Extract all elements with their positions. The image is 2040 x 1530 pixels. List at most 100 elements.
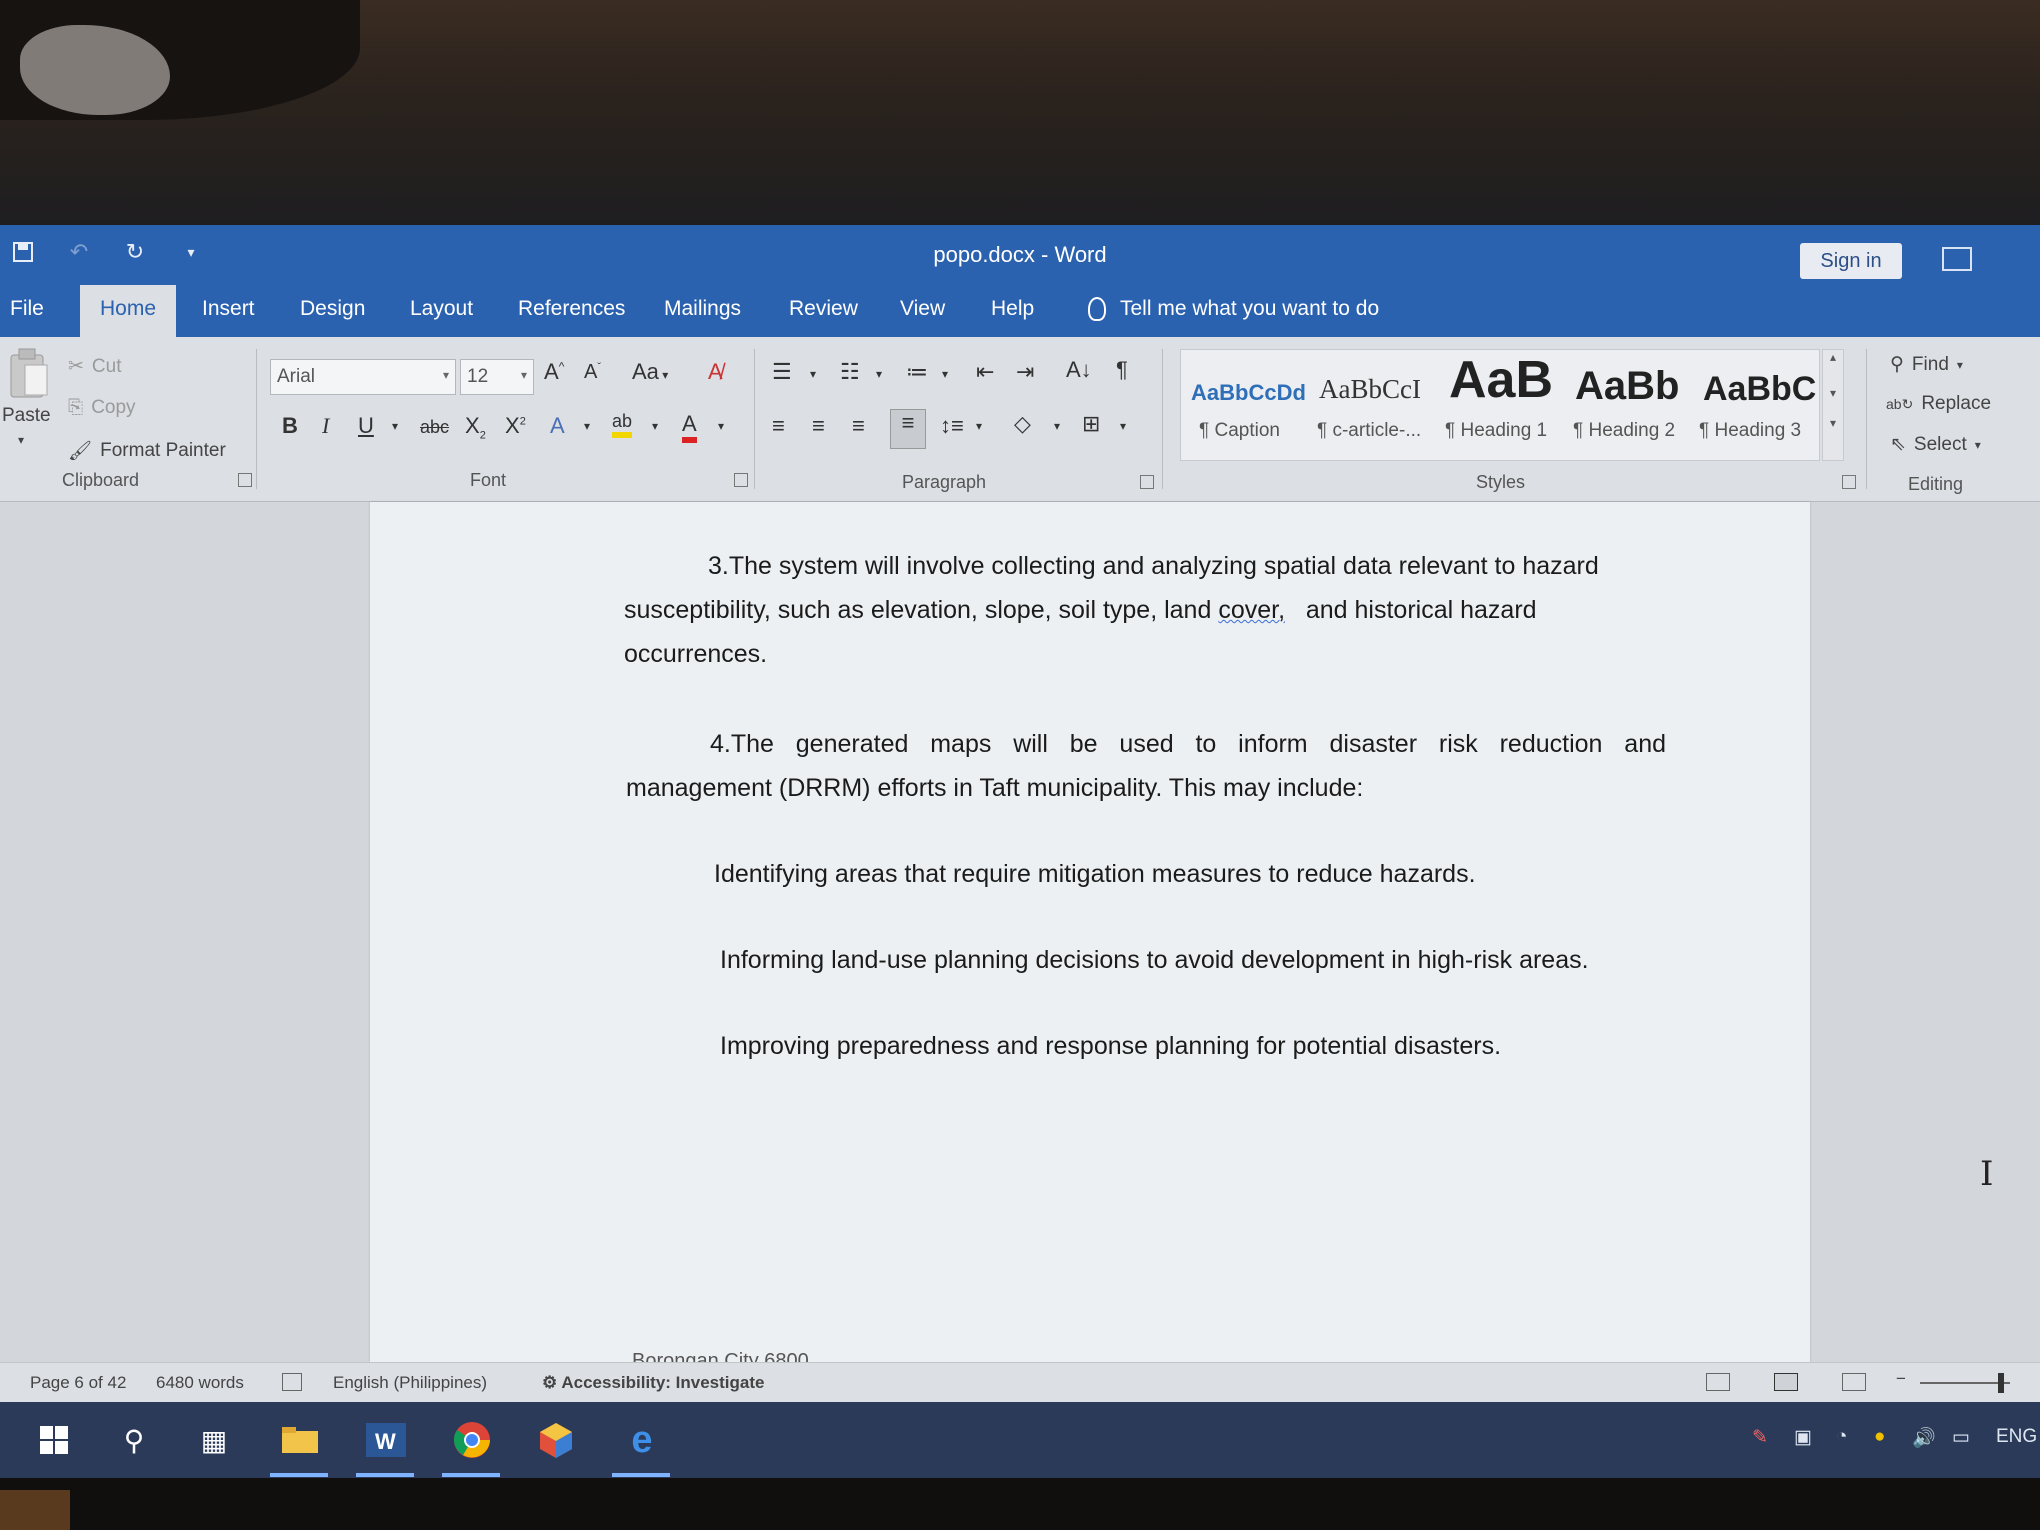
file-explorer-icon[interactable] xyxy=(278,1420,322,1460)
word-app-icon[interactable]: W xyxy=(364,1420,408,1460)
change-case-button[interactable]: Aa ▾ xyxy=(632,359,668,385)
tab-help[interactable]: Help xyxy=(991,297,1034,321)
accessibility-status[interactable]: ⚙ Accessibility: Investigate xyxy=(542,1373,764,1393)
chevron-down-icon[interactable]: ▾ xyxy=(652,419,658,433)
chevron-down-icon[interactable]: ▾ xyxy=(1054,419,1060,433)
font-launcher-icon[interactable] xyxy=(734,473,748,487)
grow-font-button[interactable]: A^ xyxy=(544,359,564,385)
styles-scroll-control[interactable]: ▴ ▾ ▾ xyxy=(1822,349,1844,461)
tab-home[interactable]: Home xyxy=(80,285,177,337)
show-formatting-icon[interactable]: ¶ xyxy=(1116,357,1128,383)
cut-button[interactable]: ✂ Cut xyxy=(68,355,122,378)
chevron-down-icon[interactable]: ▾ xyxy=(584,419,590,433)
windows-start-icon[interactable] xyxy=(32,1420,76,1460)
format-painter-button[interactable]: 🖌 Format Painter xyxy=(68,439,226,463)
chevron-down-icon[interactable]: ▾ xyxy=(810,367,816,381)
chrome-icon[interactable] xyxy=(450,1420,494,1460)
font-color-icon[interactable]: A xyxy=(682,411,697,443)
bullets-icon[interactable]: ☰ xyxy=(772,359,792,385)
line-spacing-icon[interactable]: ↕≡ xyxy=(940,413,964,439)
chevron-down-icon[interactable]: ▾ xyxy=(1120,419,1126,433)
sort-icon[interactable]: A↓ xyxy=(1066,357,1092,383)
print-layout-icon[interactable] xyxy=(1774,1373,1798,1391)
italic-button[interactable]: I xyxy=(322,413,329,439)
volume-icon[interactable]: 🔊 xyxy=(1912,1426,1936,1450)
borders-icon[interactable]: ⊞ xyxy=(1082,411,1100,437)
zoom-slider[interactable] xyxy=(1920,1382,2010,1384)
subscript-button[interactable]: X2 xyxy=(465,413,486,441)
align-right-icon[interactable]: ≡ xyxy=(852,413,865,439)
chevron-down-icon[interactable]: ▾ xyxy=(1823,386,1843,400)
tab-mailings[interactable]: Mailings xyxy=(664,297,741,321)
clear-formatting-icon[interactable]: A̸ xyxy=(708,359,723,385)
chevron-down-icon[interactable]: ▾ xyxy=(976,419,982,433)
paragraph-4-line-2[interactable]: management (DRRM) efforts in Taft munici… xyxy=(626,766,1363,810)
chevron-down-icon[interactable]: ▾ xyxy=(876,367,882,381)
edge-browser-icon[interactable]: e xyxy=(620,1419,664,1461)
chevron-down-icon[interactable]: ▾ xyxy=(392,419,398,433)
tab-design[interactable]: Design xyxy=(300,297,365,321)
tray-app-icon[interactable]: ✎ xyxy=(1752,1426,1768,1449)
increase-indent-icon[interactable]: ⇥ xyxy=(1016,359,1034,385)
tab-view[interactable]: View xyxy=(900,297,945,321)
strikethrough-button[interactable]: abc xyxy=(420,417,449,438)
justify-icon[interactable]: ≡ xyxy=(890,409,926,449)
paste-button[interactable] xyxy=(6,347,52,407)
tab-insert[interactable]: Insert xyxy=(202,297,255,321)
onenote-tray-icon[interactable]: ▣ xyxy=(1794,1426,1812,1449)
more-styles-icon[interactable]: ▾ xyxy=(1823,416,1843,430)
highlight-color-icon[interactable]: ab xyxy=(612,411,633,438)
superscript-button[interactable]: X2 xyxy=(505,413,526,439)
text-effects-icon[interactable]: A xyxy=(550,413,565,439)
language-indicator[interactable]: English (Philippines) xyxy=(333,1373,487,1393)
paragraph-4-line-1[interactable]: 4.The generated maps will be used to inf… xyxy=(710,722,1666,766)
word-count[interactable]: 6480 words xyxy=(156,1373,244,1393)
list-item[interactable]: Informing land-use planning decisions to… xyxy=(720,938,1589,982)
chevron-down-icon[interactable]: ▾ xyxy=(942,367,948,381)
tab-references[interactable]: References xyxy=(518,297,625,321)
battery-icon[interactable]: ▭ xyxy=(1952,1426,1970,1449)
align-center-icon[interactable]: ≡ xyxy=(812,413,825,439)
multilevel-list-icon[interactable]: ≔ xyxy=(906,359,928,385)
shading-icon[interactable]: ◇ xyxy=(1014,411,1031,437)
list-item[interactable]: Improving preparedness and response plan… xyxy=(720,1024,1501,1068)
chevron-up-icon[interactable]: ▴ xyxy=(1823,350,1843,364)
sign-in-button[interactable]: Sign in xyxy=(1800,243,1902,279)
input-language[interactable]: ENG xyxy=(1996,1426,2037,1448)
numbering-icon[interactable]: ☷ xyxy=(840,359,860,385)
clipboard-launcher-icon[interactable] xyxy=(238,473,252,487)
find-button[interactable]: ⚲ Find ▾ xyxy=(1890,353,1963,376)
page-count[interactable]: Page 6 of 42 xyxy=(30,1373,126,1393)
styles-launcher-icon[interactable] xyxy=(1842,475,1856,489)
chevron-down-icon[interactable]: ▾ xyxy=(718,419,724,433)
wifi-icon[interactable]: ◔ xyxy=(1836,1426,1847,1448)
tab-file[interactable]: File xyxy=(10,297,44,321)
list-item[interactable]: Identifying areas that require mitigatio… xyxy=(714,852,1476,896)
replace-button[interactable]: ab↻ Replace xyxy=(1886,393,1991,415)
paragraph-3-line-1[interactable]: 3.The system will involve collecting and… xyxy=(708,544,1599,588)
document-canvas[interactable]: 3.The system will involve collecting and… xyxy=(0,502,2040,1372)
web-layout-icon[interactable] xyxy=(1842,1373,1866,1391)
font-name-combo[interactable]: Arial ▾ xyxy=(270,359,456,395)
paragraph-3-line-2[interactable]: susceptibility, such as elevation, slope… xyxy=(624,588,1537,632)
search-icon[interactable]: ⚲ xyxy=(112,1420,156,1460)
task-view-icon[interactable]: ▦ xyxy=(192,1420,236,1460)
ribbon-display-options-icon[interactable] xyxy=(1942,247,1972,271)
proofing-icon[interactable] xyxy=(282,1373,302,1391)
select-button[interactable]: ⇖ Select ▾ xyxy=(1890,433,1981,456)
shrink-font-button[interactable]: Aˇ xyxy=(584,361,601,384)
bold-button[interactable]: B xyxy=(282,413,298,439)
decrease-indent-icon[interactable]: ⇤ xyxy=(976,359,994,385)
paragraph-launcher-icon[interactable] xyxy=(1140,475,1154,489)
notification-badge-icon[interactable]: ● xyxy=(1874,1426,1885,1448)
tab-review[interactable]: Review xyxy=(789,297,858,321)
zoom-out-icon[interactable]: − xyxy=(1896,1369,1906,1389)
align-left-icon[interactable]: ≡ xyxy=(772,413,785,439)
zoom-slider-thumb[interactable] xyxy=(1998,1373,2004,1393)
tab-layout[interactable]: Layout xyxy=(410,297,473,321)
paste-dropdown-icon[interactable]: ▾ xyxy=(18,433,24,447)
paragraph-3-line-3[interactable]: occurrences. xyxy=(624,632,767,676)
read-mode-icon[interactable] xyxy=(1706,1373,1730,1391)
copy-button[interactable]: ⎘ Copy xyxy=(68,397,136,419)
underline-button[interactable]: U xyxy=(358,413,374,439)
